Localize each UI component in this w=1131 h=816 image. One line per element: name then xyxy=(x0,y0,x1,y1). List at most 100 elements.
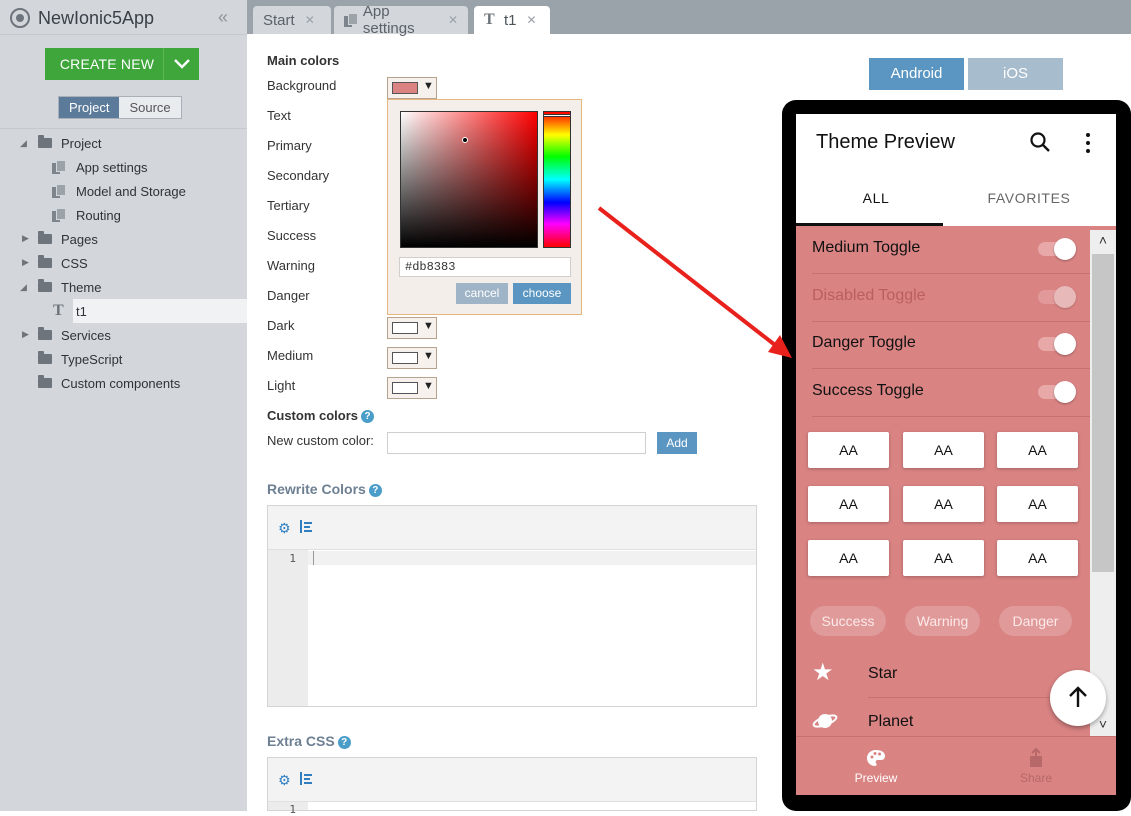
android-button[interactable]: Android xyxy=(869,58,964,90)
close-icon[interactable]: ✕ xyxy=(448,13,458,27)
expanded-triangle-icon[interactable]: ◢ xyxy=(20,282,30,293)
tab-app-settings[interactable]: App settings ✕ xyxy=(334,3,468,37)
tree-item-project[interactable]: ◢ Project xyxy=(20,132,101,154)
theme-t-icon: T xyxy=(484,11,495,28)
sidebar: NewIonic5App « CREATE NEW Project Source… xyxy=(0,0,247,811)
toggle-label: Medium Toggle xyxy=(812,239,921,256)
hue-slider[interactable] xyxy=(543,111,571,248)
toggle-row-success: Success Toggle xyxy=(812,369,1090,417)
tab-favorites[interactable]: FAVORITES xyxy=(949,178,1109,226)
tree-item-app-settings[interactable]: App settings xyxy=(52,156,148,178)
choose-button[interactable]: choose xyxy=(513,283,571,304)
saturation-value-area[interactable] xyxy=(400,111,538,248)
file-icon xyxy=(52,208,66,222)
tree-item-theme[interactable]: ◢ Theme xyxy=(20,276,101,298)
extra-css-label: Extra CSS xyxy=(267,733,335,749)
aa-button[interactable]: AA xyxy=(808,432,889,468)
tree-item-routing[interactable]: Routing xyxy=(52,204,121,226)
color-cursor[interactable] xyxy=(462,137,468,143)
medium-toggle[interactable] xyxy=(1038,238,1076,260)
danger-toggle[interactable] xyxy=(1038,333,1076,355)
cancel-button[interactable]: cancel xyxy=(456,283,508,304)
tree-item-label: Services xyxy=(61,327,111,343)
tree-item-t1[interactable]: T t1 xyxy=(53,300,87,322)
rewrite-colors-title: Rewrite Colors? xyxy=(267,481,382,497)
help-icon[interactable]: ? xyxy=(361,410,375,423)
more-vertical-icon[interactable] xyxy=(1083,132,1093,154)
tree-item-label: App settings xyxy=(76,159,148,175)
tab-start[interactable]: Start ✕ xyxy=(253,6,331,34)
rewrite-colors-editor[interactable]: ⚙ 1 xyxy=(267,505,757,707)
extra-css-editor[interactable]: ⚙ 1 xyxy=(267,757,757,816)
bottom-tab-share[interactable]: Share xyxy=(956,737,1116,795)
dropdown-arrow-icon: ▼ xyxy=(423,80,434,92)
indent-icon[interactable] xyxy=(300,772,312,785)
tab-all[interactable]: ALL xyxy=(796,178,956,226)
editor-toolbar: ⚙ xyxy=(268,506,756,550)
background-color-select[interactable]: ▼ xyxy=(387,77,437,99)
dark-color-select[interactable]: ▼ xyxy=(387,317,437,339)
tree-item-label: t1 xyxy=(76,303,87,319)
project-source-toggle: Project Source xyxy=(58,96,182,119)
collapsed-triangle-icon[interactable]: ▶ xyxy=(22,329,32,340)
color-label-secondary: Secondary xyxy=(267,168,330,183)
medium-color-select[interactable]: ▼ xyxy=(387,347,437,369)
close-icon[interactable]: ✕ xyxy=(527,13,537,27)
settings-icon[interactable]: ⚙ xyxy=(278,772,291,789)
expanded-triangle-icon[interactable]: ◢ xyxy=(20,138,30,149)
tree-item-custom-components[interactable]: Custom components xyxy=(20,372,180,394)
text-caret xyxy=(313,551,314,565)
star-icon: ★ xyxy=(812,659,834,686)
search-icon[interactable] xyxy=(1030,132,1050,152)
scrollbar-thumb[interactable] xyxy=(1092,254,1114,572)
tree-item-css[interactable]: ▶ CSS xyxy=(20,252,88,274)
settings-icon[interactable]: ⚙ xyxy=(278,520,291,537)
tree-item-services[interactable]: ▶ Services xyxy=(20,324,111,346)
color-label-dark: Dark xyxy=(267,318,295,333)
collapsed-triangle-icon[interactable]: ▶ xyxy=(22,233,32,244)
preview-title: Theme Preview xyxy=(816,131,955,153)
toggle-label: Success Toggle xyxy=(812,382,924,399)
close-icon[interactable]: ✕ xyxy=(305,13,315,27)
tree-item-label: Theme xyxy=(61,279,102,295)
tab-source[interactable]: Source xyxy=(119,97,181,118)
light-color-select[interactable]: ▼ xyxy=(387,377,437,399)
tree-item-model-and-storage[interactable]: Model and Storage xyxy=(52,180,186,202)
chip-success[interactable]: Success xyxy=(810,606,886,636)
tab-t1[interactable]: T t1 ✕ xyxy=(474,6,550,34)
planet-icon xyxy=(812,709,838,733)
hue-handle[interactable] xyxy=(543,114,571,117)
color-swatch xyxy=(392,322,418,334)
arrow-up-icon xyxy=(1068,686,1088,713)
tree-item-pages[interactable]: ▶ Pages xyxy=(20,228,98,250)
dropdown-arrow-icon: ▼ xyxy=(423,380,434,392)
help-icon[interactable]: ? xyxy=(337,736,351,749)
new-custom-color-input[interactable] xyxy=(387,432,646,454)
bottom-tab-preview[interactable]: Preview xyxy=(796,737,956,795)
collapse-sidebar-icon[interactable]: « xyxy=(218,8,238,28)
scroll-up-icon[interactable]: ˄ xyxy=(1094,232,1112,248)
aa-button[interactable]: AA xyxy=(903,432,984,468)
chevron-down-icon[interactable] xyxy=(163,48,199,80)
success-toggle[interactable] xyxy=(1038,381,1076,403)
tree-item-typescript[interactable]: TypeScript xyxy=(20,348,122,370)
indent-icon[interactable] xyxy=(300,520,312,533)
hex-color-input[interactable]: #db8383 xyxy=(399,257,571,277)
add-button[interactable]: Add xyxy=(657,432,697,454)
aa-button[interactable]: AA xyxy=(997,486,1078,522)
aa-button[interactable]: AA xyxy=(903,540,984,576)
aa-button[interactable]: AA xyxy=(808,540,889,576)
help-icon[interactable]: ? xyxy=(368,484,382,497)
chip-danger[interactable]: Danger xyxy=(999,606,1072,636)
aa-button[interactable]: AA xyxy=(997,540,1078,576)
aa-button[interactable]: AA xyxy=(997,432,1078,468)
list-item-label: Star xyxy=(868,665,898,682)
aa-button[interactable]: AA xyxy=(808,486,889,522)
aa-button[interactable]: AA xyxy=(903,486,984,522)
chip-warning[interactable]: Warning xyxy=(905,606,980,636)
create-new-button[interactable]: CREATE NEW xyxy=(45,48,199,80)
ios-button[interactable]: iOS xyxy=(968,58,1063,90)
fab-button[interactable] xyxy=(1050,670,1106,726)
collapsed-triangle-icon[interactable]: ▶ xyxy=(22,257,32,268)
tab-project[interactable]: Project xyxy=(59,97,120,118)
